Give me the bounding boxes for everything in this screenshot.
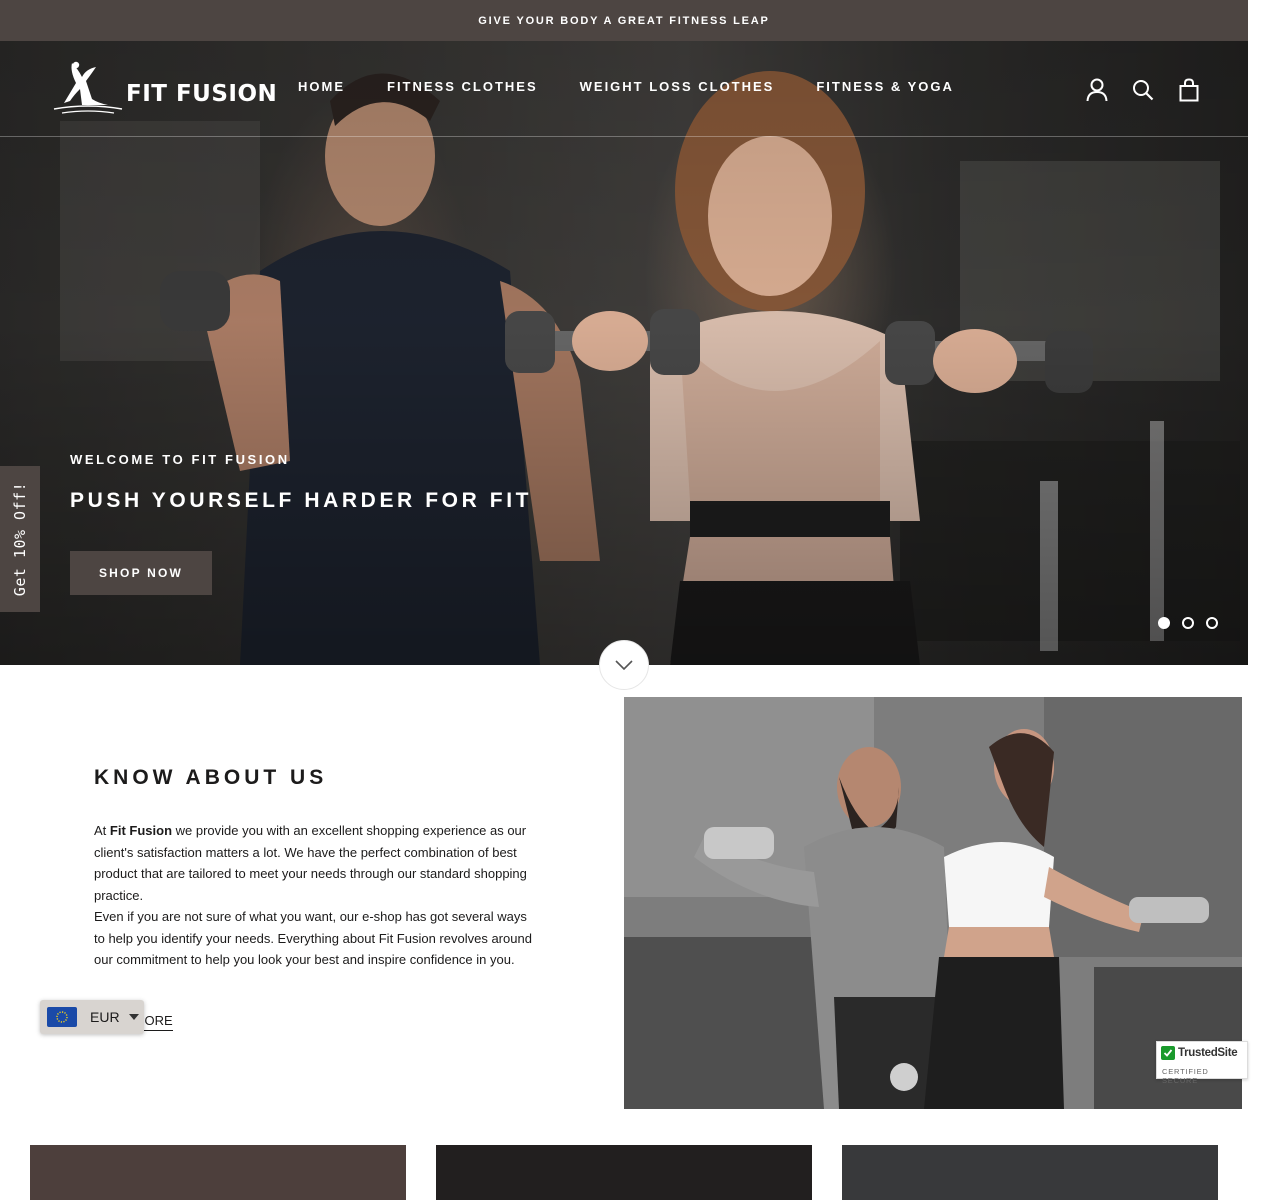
currency-selector[interactable]: EUR <box>40 1000 144 1034</box>
slider-dot-1[interactable] <box>1158 617 1170 629</box>
page: GIVE YOUR BODY A GREAT FITNESS LEAP FIT … <box>0 0 1248 1200</box>
hero-title: PUSH YOURSELF HARDER FOR FIT <box>70 489 533 512</box>
about-paragraph-2: Even if you are not sure of what you wan… <box>94 909 532 967</box>
caret-down-icon <box>128 1014 139 1020</box>
nav-item-home[interactable]: HOME <box>298 79 345 94</box>
about-brand-bold: Fit Fusion <box>109 823 173 838</box>
hero-banner: FIT FUSION HOME FITNESS CLOTHES WEIGHT L… <box>0 41 1248 665</box>
trustedsite-main: TrustedSite <box>1161 1046 1238 1060</box>
logo[interactable]: FIT FUSION <box>52 59 277 115</box>
brand-name: FIT FUSION <box>126 81 278 107</box>
eu-flag-icon <box>47 1007 77 1027</box>
nav-item-fitness-clothes[interactable]: FITNESS CLOTHES <box>387 79 538 94</box>
about-image <box>624 697 1242 1109</box>
about-p1-start: At <box>94 823 110 838</box>
main-nav: HOME FITNESS CLOTHES WEIGHT LOSS CLOTHES… <box>298 79 996 94</box>
hero-subtitle: WELCOME TO FIT FUSION <box>70 452 290 467</box>
collection-card-3[interactable] <box>842 1145 1218 1200</box>
collection-card-2[interactable] <box>436 1145 812 1200</box>
nav-item-fitness-yoga[interactable]: FITNESS & YOGA <box>816 79 954 94</box>
about-paragraph-1: At Fit Fusion we provide you with an exc… <box>94 820 534 906</box>
site-header: FIT FUSION HOME FITNESS CLOTHES WEIGHT L… <box>0 41 1248 137</box>
trustedsite-badge[interactable]: TrustedSite CERTIFIED SECURE <box>1156 1041 1248 1085</box>
account-icon[interactable] <box>1084 77 1110 103</box>
slider-dot-2[interactable] <box>1182 617 1194 629</box>
slider-dot-3[interactable] <box>1206 617 1218 629</box>
checkmark-icon <box>1161 1046 1175 1060</box>
chevron-down-icon <box>615 660 633 671</box>
discount-side-tab[interactable]: Get 10% Off! <box>0 466 40 612</box>
search-icon[interactable] <box>1130 77 1156 103</box>
shop-now-button[interactable]: SHOP NOW <box>70 551 212 595</box>
cart-icon[interactable] <box>1176 77 1202 103</box>
announcement-bar: GIVE YOUR BODY A GREAT FITNESS LEAP <box>0 0 1248 41</box>
collection-card-1[interactable] <box>30 1145 406 1200</box>
header-icons <box>1084 77 1202 103</box>
nav-item-weight-loss-clothes[interactable]: WEIGHT LOSS CLOTHES <box>580 79 775 94</box>
announcement-text: GIVE YOUR BODY A GREAT FITNESS LEAP <box>478 14 770 27</box>
discount-side-tab-label: Get 10% Off! <box>11 481 29 597</box>
scroll-down-button[interactable] <box>599 640 649 690</box>
trustedsite-subtitle: CERTIFIED SECURE <box>1162 1067 1209 1085</box>
about-title: KNOW ABOUT US <box>94 766 328 789</box>
slider-dots <box>1158 617 1218 629</box>
trustedsite-name: TrustedSite <box>1178 1047 1238 1059</box>
yoga-figure-icon <box>53 61 123 114</box>
currency-code: EUR <box>90 1009 120 1025</box>
about-text: At Fit Fusion we provide you with an exc… <box>94 820 534 971</box>
